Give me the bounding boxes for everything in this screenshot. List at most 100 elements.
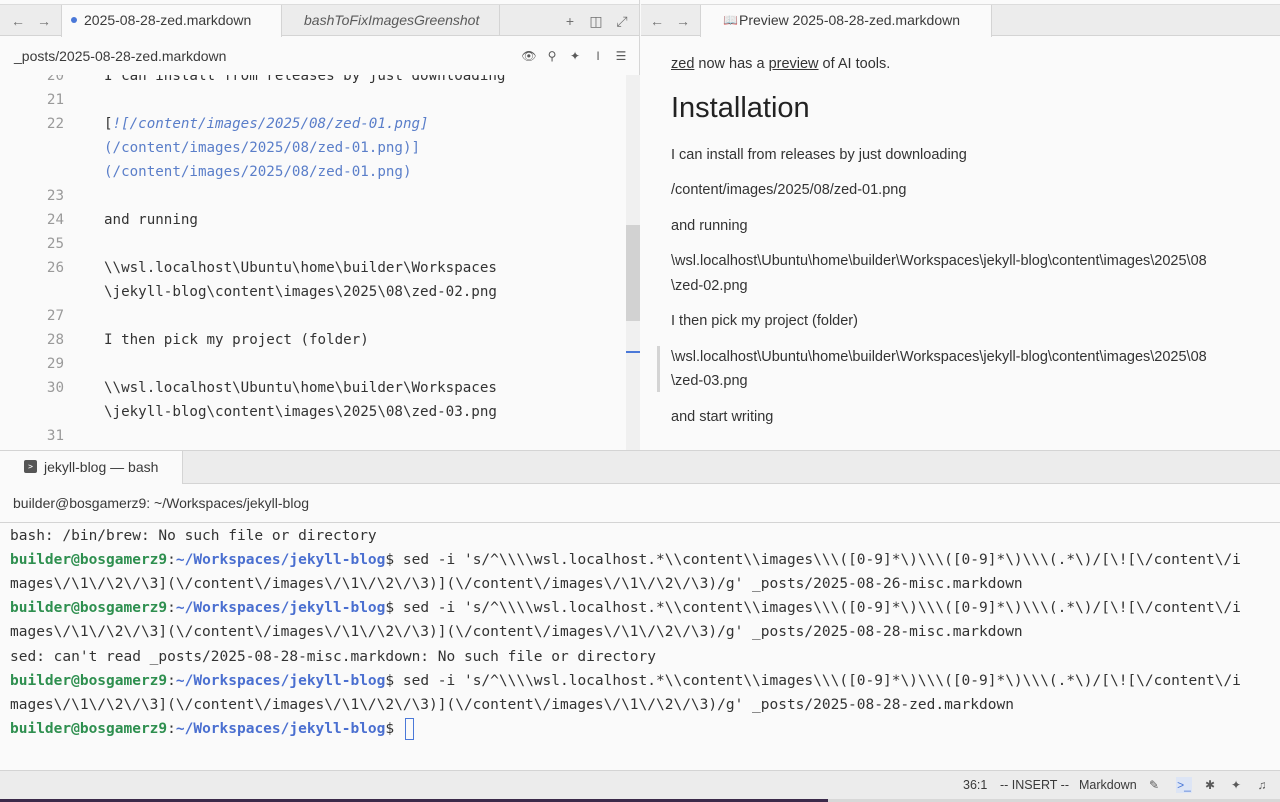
code-editor[interactable]: 20 I can install from releases by just d…: [0, 75, 626, 450]
cursor-position[interactable]: 36:1: [963, 778, 987, 792]
link-url: (/content/images/2025/08/zed-01.png): [104, 164, 412, 180]
forward-arrow-icon[interactable]: →: [34, 11, 54, 31]
editor-line: 30 \\wsl.localhost\Ubuntu\home\builder\W…: [0, 376, 626, 400]
line-number: 24: [46, 212, 64, 228]
preview-paragraph: and running: [671, 218, 748, 234]
editor-line: 27: [0, 304, 626, 328]
line-number: 23: [46, 188, 64, 204]
editor-line: 29: [0, 352, 626, 376]
prompt-path: ~/Workspaces/jekyll-blog: [175, 721, 386, 737]
cursor-scroll-marker: [626, 351, 640, 353]
ai-assistant-icon[interactable]: ✦: [1228, 777, 1244, 793]
editor-line: 20 I can install from releases by just d…: [0, 75, 626, 88]
tab-bash-fix-images[interactable]: bashToFixImagesGreenshot: [282, 5, 500, 36]
preview-pane: ← → 📖 Preview 2025-08-28-zed.markdown ze…: [641, 0, 1280, 450]
line-number: 22: [46, 116, 64, 132]
breadcrumb[interactable]: _posts/2025-08-28-zed.markdown: [14, 48, 226, 64]
editor-line-wrap: \jekyll-blog\content\images\2025\08\zed-…: [0, 280, 626, 304]
path-line: \wsl.localhost\Ubuntu\home\builder\Works…: [671, 253, 1207, 269]
scroll-thumb[interactable]: [626, 225, 640, 321]
intro-text: of AI tools.: [818, 56, 891, 72]
eye-icon[interactable]: 👁: [520, 47, 538, 65]
edit-prediction-icon[interactable]: ✎: [1146, 777, 1162, 793]
bell-icon[interactable]: ♫: [1254, 777, 1270, 793]
language-selector[interactable]: Markdown: [1079, 778, 1137, 792]
preview-paragraph: \wsl.localhost\Ubuntu\home\builder\Works…: [671, 249, 1271, 298]
preview-paragraph: and start writing: [671, 409, 774, 425]
line-text: \jekyll-blog\content\images\2025\08\zed-…: [104, 404, 497, 420]
terminal-line: bash: /bin/brew: No such file or directo…: [10, 528, 377, 544]
editor-line: 21: [0, 88, 626, 112]
vim-mode: -- INSERT --: [1000, 778, 1069, 792]
editor-line-wrap: (/content/images/2025/08/zed-01.png)]: [0, 136, 626, 160]
line-text: I then pick my project (folder): [104, 332, 369, 348]
preview-heading: Installation: [671, 92, 810, 124]
terminal-toggle-icon[interactable]: >_: [1176, 777, 1192, 793]
terminal-cursor: [404, 718, 414, 740]
line-text: \\wsl.localhost\Ubuntu\home\builder\Work…: [104, 380, 497, 396]
sparkle-icon[interactable]: ✦: [566, 47, 584, 65]
line-text: [![/content/images/2025/08/zed-01.png]: [104, 112, 429, 136]
preview-paragraph: /content/images/2025/08/zed-01.png: [671, 182, 907, 198]
bracket-open: [: [104, 116, 113, 132]
terminal-panel: > jekyll-blog — bash builder@bosgamerz9:…: [0, 450, 1280, 770]
forward-arrow-icon[interactable]: →: [673, 11, 693, 31]
preview-link[interactable]: preview: [769, 56, 819, 72]
line-number: 30: [46, 380, 64, 396]
path-line: \zed-02.png: [671, 278, 748, 294]
book-icon: 📖: [723, 13, 738, 27]
prompt-end: $: [385, 721, 395, 737]
editor-line: 31: [0, 424, 626, 448]
terminal-line: mages\/\1\/\2\/\3](\/content\/images\/\1…: [10, 624, 1023, 640]
tab-zed-markdown[interactable]: 2025-08-28-zed.markdown: [61, 5, 282, 37]
intro-text: now has a: [694, 56, 769, 72]
editor-scrollbar[interactable]: [626, 75, 640, 450]
line-text: and running: [104, 212, 198, 228]
link-alt-text: ![/content/images/2025/08/zed-01.png]: [112, 116, 429, 132]
status-bar: 36:1 -- INSERT -- Markdown ✎ >_ ✱ ✦ ♫: [0, 770, 1280, 799]
prompt-user: builder@bosgamerz9: [10, 600, 168, 616]
prompt-sep: :: [167, 600, 176, 616]
editor-line: 25: [0, 232, 626, 256]
text-cursor-icon[interactable]: I: [589, 47, 607, 65]
terminal-icon: >: [24, 460, 37, 473]
split-pane-icon[interactable]: ◫: [586, 11, 606, 31]
line-number: 20: [46, 75, 64, 84]
workspace-top: ← → 2025-08-28-zed.markdown bashToFixIma…: [0, 0, 1280, 450]
command-text: sed -i 's/^\\\\wsl.localhost.*\\content\…: [394, 673, 1241, 689]
editor-pane: ← → 2025-08-28-zed.markdown bashToFixIma…: [0, 0, 640, 450]
path-line: \zed-03.png: [671, 373, 748, 389]
selection-bar: [657, 346, 660, 392]
terminal-title: builder@bosgamerz9: ~/Workspaces/jekyll-…: [13, 495, 310, 511]
terminal-output[interactable]: bash: /bin/brew: No such file or directo…: [0, 524, 1280, 771]
terminal-tabbar: > jekyll-blog — bash: [0, 451, 1280, 484]
debug-icon[interactable]: ✱: [1202, 777, 1218, 793]
prompt-sep: :: [167, 552, 176, 568]
back-arrow-icon[interactable]: ←: [8, 11, 28, 31]
settings-sliders-icon[interactable]: ☰: [612, 47, 630, 65]
prompt-sep: :: [167, 721, 176, 737]
terminal-title-bar: builder@bosgamerz9: ~/Workspaces/jekyll-…: [0, 484, 1280, 523]
line-number: 27: [46, 308, 64, 324]
back-arrow-icon[interactable]: ←: [647, 11, 667, 31]
tab-label: Preview 2025-08-28-zed.markdown: [739, 12, 960, 28]
zed-link[interactable]: zed: [671, 56, 694, 72]
search-icon[interactable]: ⚲: [543, 47, 561, 65]
preview-tabbar: ← → 📖 Preview 2025-08-28-zed.markdown: [641, 4, 1280, 37]
terminal-tab[interactable]: > jekyll-blog — bash: [0, 451, 183, 484]
line-text: \\wsl.localhost\Ubuntu\home\builder\Work…: [104, 260, 497, 276]
preview-paragraph: I can install from releases by just down…: [671, 147, 967, 163]
tab-preview[interactable]: 📖 Preview 2025-08-28-zed.markdown: [700, 5, 992, 37]
prompt-path: ~/Workspaces/jekyll-blog: [175, 673, 386, 689]
line-number: 26: [46, 260, 64, 276]
plus-icon[interactable]: +: [560, 11, 580, 31]
maximize-icon[interactable]: ⤢: [612, 11, 632, 31]
terminal-line: mages\/\1\/\2\/\3](\/content\/images\/\1…: [10, 576, 1023, 592]
preview-paragraph: zed now has a preview of AI tools.: [671, 52, 1271, 76]
editor-line: 24 and running: [0, 208, 626, 232]
line-text: I can install from releases by just down…: [104, 75, 506, 84]
prompt-user: builder@bosgamerz9: [10, 552, 168, 568]
editor-line: 28 I then pick my project (folder): [0, 328, 626, 352]
editor-line-wrap: \jekyll-blog\content\images\2025\08\zed-…: [0, 400, 626, 424]
terminal-line: mages\/\1\/\2\/\3](\/content\/images\/\1…: [10, 697, 1014, 713]
